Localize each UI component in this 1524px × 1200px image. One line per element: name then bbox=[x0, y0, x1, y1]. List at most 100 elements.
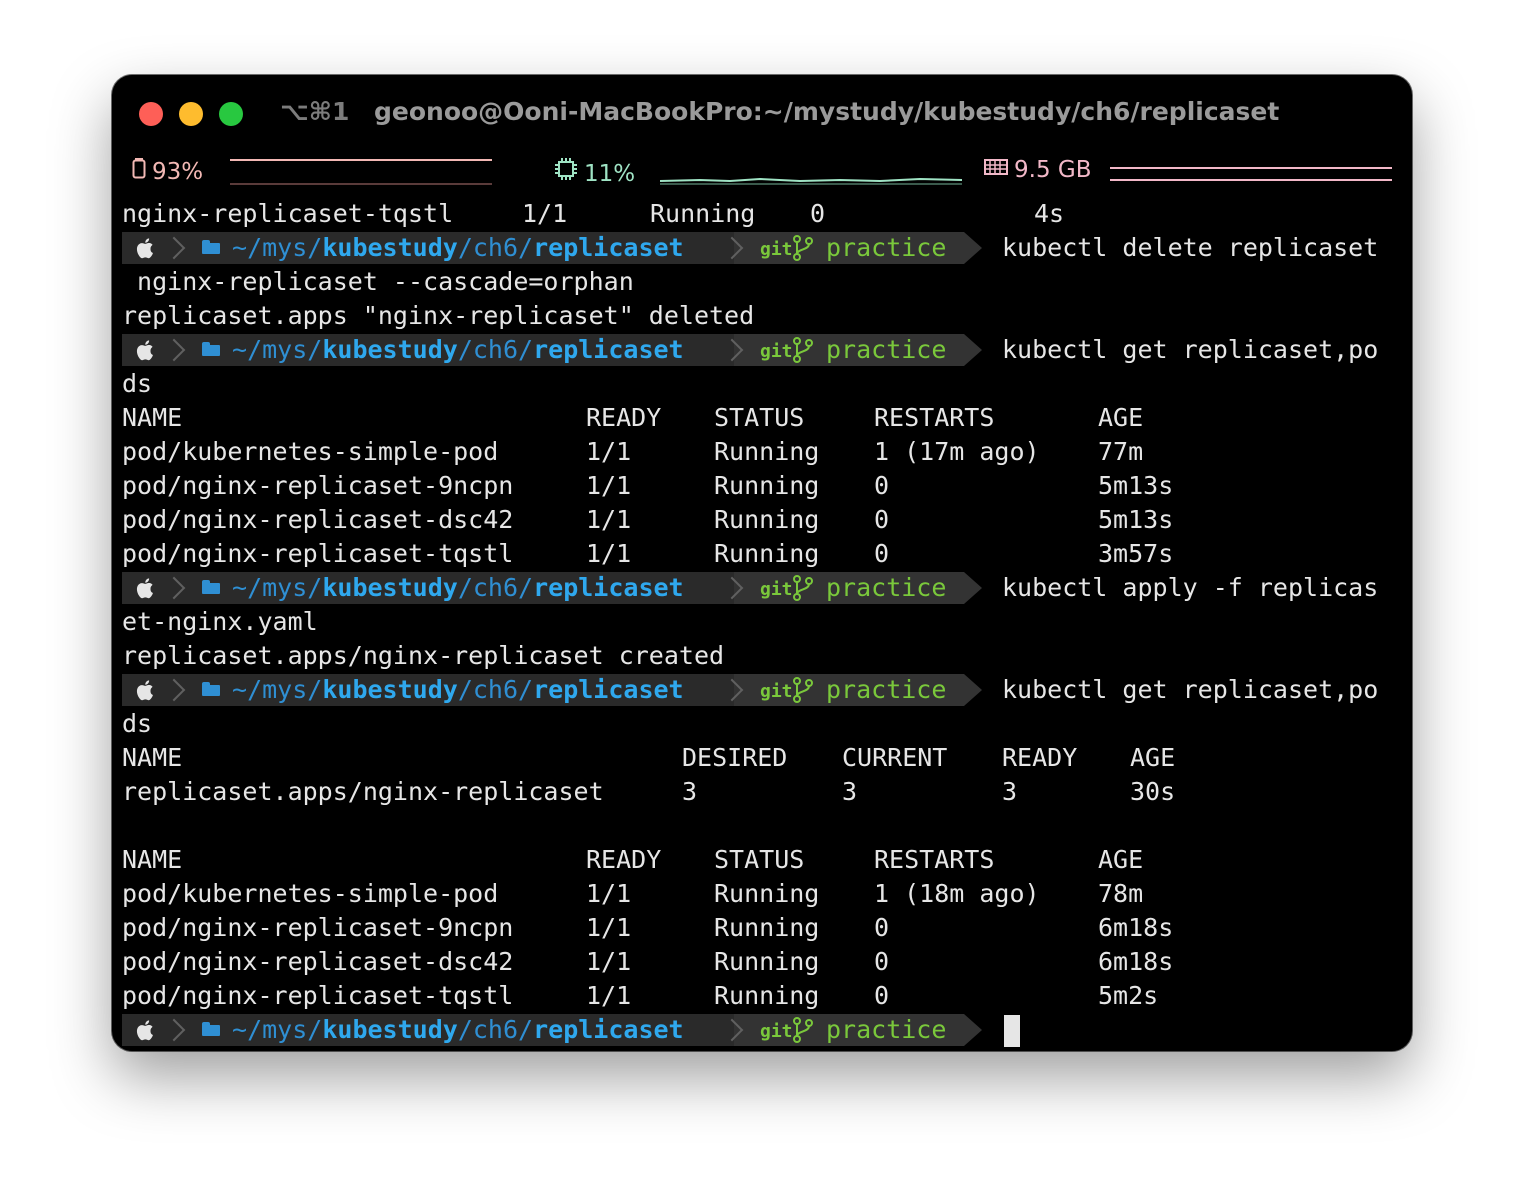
rs-desired: 3 bbox=[682, 777, 698, 806]
folder-icon bbox=[202, 342, 220, 356]
pod-name: pod/kubernetes-simple-pod bbox=[122, 879, 499, 908]
table-row: pod/kubernetes-simple-pod 1/1 Running 1 … bbox=[122, 877, 1404, 911]
pod-status: Running bbox=[714, 437, 820, 466]
apple-icon bbox=[136, 238, 153, 259]
tab-shortcut: ⌥⌘1 bbox=[280, 97, 350, 126]
header-status: STATUS bbox=[714, 403, 805, 432]
git-icon: git bbox=[760, 239, 793, 260]
table-header: NAME READY STATUS RESTARTS AGE bbox=[122, 843, 1404, 877]
cpu-chip-icon bbox=[554, 157, 578, 187]
pod-status: Running bbox=[650, 199, 756, 228]
pod-name: pod/kubernetes-simple-pod bbox=[122, 437, 499, 466]
header-age: AGE bbox=[1130, 743, 1176, 772]
pod-restarts: 0 bbox=[874, 913, 890, 942]
pod-ready: 1/1 bbox=[586, 539, 632, 568]
table-row: pod/nginx-replicaset-tqstl 1/1 Running 0… bbox=[122, 979, 1404, 1013]
title-bar: ⌥⌘1 geonoo@Ooni-MacBookPro:~/mystudy/kub… bbox=[112, 75, 1412, 151]
pod-restarts: 0 bbox=[874, 947, 890, 976]
rs-ready: 3 bbox=[1002, 777, 1018, 806]
rs-age: 30s bbox=[1130, 777, 1176, 806]
folder-icon bbox=[202, 580, 220, 594]
output-line: nginx-replicaset-tqstl 1/1 Running 0 4s bbox=[122, 197, 1404, 231]
close-button[interactable] bbox=[139, 102, 163, 126]
cpu-status: 11% bbox=[554, 157, 635, 187]
shell-prompt: ~/mys/kubestudy/ch6/replicaset git pract… bbox=[122, 571, 1404, 605]
command-text: kubectl get replicaset,po bbox=[1002, 335, 1379, 364]
pod-age: 4s bbox=[1034, 199, 1065, 228]
memory-status: 9.5 GB bbox=[984, 157, 1092, 183]
apple-icon bbox=[136, 1020, 153, 1041]
folder-icon bbox=[202, 1022, 220, 1036]
git-branch: practice bbox=[826, 675, 947, 704]
memory-graph bbox=[1110, 155, 1392, 185]
pod-name: pod/nginx-replicaset-dsc42 bbox=[122, 505, 514, 534]
output-line: replicaset.apps/nginx-replicaset created bbox=[122, 641, 725, 670]
pod-age: 6m18s bbox=[1098, 913, 1174, 942]
table-header: NAME READY STATUS RESTARTS AGE bbox=[122, 401, 1404, 435]
pod-age: 5m2s bbox=[1098, 981, 1159, 1010]
pod-name: pod/nginx-replicaset-tqstl bbox=[122, 981, 514, 1010]
command-continuation: ds bbox=[122, 709, 153, 738]
command-text: kubectl delete replicaset bbox=[1002, 233, 1379, 262]
command-continuation: et-nginx.yaml bbox=[122, 607, 318, 636]
header-age: AGE bbox=[1098, 403, 1144, 432]
shell-prompt: ~/mys/kubestudy/ch6/replicaset git pract… bbox=[122, 1013, 1404, 1047]
git-branch: practice bbox=[826, 573, 947, 602]
prompt-path: ~/mys/kubestudy/ch6/replicaset bbox=[232, 335, 684, 364]
pod-restarts: 0 bbox=[874, 505, 890, 534]
pod-restarts: 1 (18m ago) bbox=[874, 879, 1040, 908]
folder-icon bbox=[202, 240, 220, 254]
shell-prompt: ~/mys/kubestudy/ch6/replicaset git pract… bbox=[122, 231, 1404, 265]
minimize-button[interactable] bbox=[179, 102, 203, 126]
zoom-button[interactable] bbox=[219, 102, 243, 126]
pod-restarts: 0 bbox=[810, 199, 826, 228]
git-icon: git bbox=[760, 579, 793, 600]
pod-age: 5m13s bbox=[1098, 505, 1174, 534]
table-row: pod/nginx-replicaset-9ncpn 1/1 Running 0… bbox=[122, 911, 1404, 945]
table-row: pod/nginx-replicaset-dsc42 1/1 Running 0… bbox=[122, 945, 1404, 979]
memory-value: 9.5 GB bbox=[1014, 157, 1092, 183]
pod-restarts: 1 (17m ago) bbox=[874, 437, 1040, 466]
command-text: kubectl apply -f replicas bbox=[1002, 573, 1379, 602]
apple-icon bbox=[136, 340, 153, 361]
git-icon: git bbox=[760, 681, 793, 702]
rs-name: replicaset.apps/nginx-replicaset bbox=[122, 777, 604, 806]
header-age: AGE bbox=[1098, 845, 1144, 874]
pod-name: pod/nginx-replicaset-9ncpn bbox=[122, 471, 514, 500]
git-branch: practice bbox=[826, 335, 947, 364]
table-row: pod/kubernetes-simple-pod 1/1 Running 1 … bbox=[122, 435, 1404, 469]
pod-ready: 1/1 bbox=[586, 437, 632, 466]
cpu-value: 11% bbox=[584, 161, 636, 187]
git-branch: practice bbox=[826, 1015, 947, 1044]
pod-age: 78m bbox=[1098, 879, 1144, 908]
text-cursor[interactable] bbox=[1004, 1015, 1020, 1047]
battery-status: 93% bbox=[132, 157, 203, 185]
pod-status: Running bbox=[714, 505, 820, 534]
battery-graph bbox=[230, 155, 492, 185]
header-current: CURRENT bbox=[842, 743, 948, 772]
shell-prompt: ~/mys/kubestudy/ch6/replicaset git pract… bbox=[122, 333, 1404, 367]
memory-icon bbox=[984, 157, 1008, 183]
pod-age: 5m13s bbox=[1098, 471, 1174, 500]
header-restarts: RESTARTS bbox=[874, 403, 995, 432]
pod-restarts: 0 bbox=[874, 471, 890, 500]
pod-status: Running bbox=[714, 539, 820, 568]
command-continuation: nginx-replicaset --cascade=orphan bbox=[122, 267, 634, 296]
header-ready: READY bbox=[586, 403, 662, 432]
pod-status: Running bbox=[714, 879, 820, 908]
pod-name: pod/nginx-replicaset-dsc42 bbox=[122, 947, 514, 976]
git-icon: git bbox=[760, 341, 793, 362]
git-branch: practice bbox=[826, 233, 947, 262]
table-row: pod/nginx-replicaset-dsc42 1/1 Running 0… bbox=[122, 503, 1404, 537]
pod-age: 6m18s bbox=[1098, 947, 1174, 976]
pod-status: Running bbox=[714, 981, 820, 1010]
pod-name: pod/nginx-replicaset-tqstl bbox=[122, 539, 514, 568]
pod-name: nginx-replicaset-tqstl bbox=[122, 199, 454, 228]
cpu-graph bbox=[659, 155, 963, 185]
terminal-output[interactable]: nginx-replicaset-tqstl 1/1 Running 0 4s … bbox=[122, 197, 1404, 1047]
prompt-path: ~/mys/kubestudy/ch6/replicaset bbox=[232, 233, 684, 262]
battery-icon bbox=[132, 157, 146, 185]
pod-restarts: 0 bbox=[874, 539, 890, 568]
apple-icon bbox=[136, 680, 153, 701]
